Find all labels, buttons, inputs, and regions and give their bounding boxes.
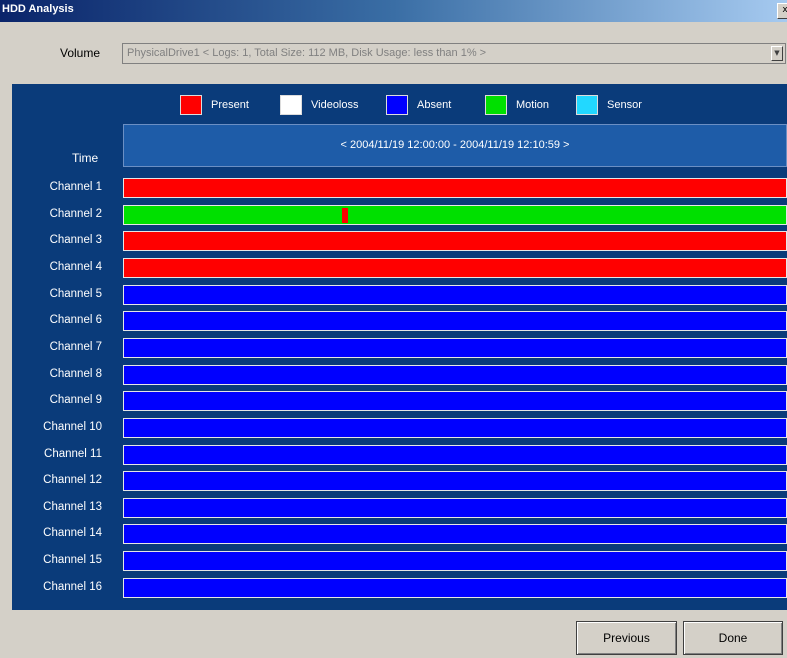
channel-label: Channel 5	[49, 288, 102, 300]
channel-row: Channel 12	[12, 471, 787, 491]
time-label: Time	[72, 151, 99, 165]
channel-label: Channel 10	[43, 421, 102, 433]
channel-row: Channel 15	[12, 551, 787, 571]
channel-row: Channel 8	[12, 365, 787, 385]
channel-row: Channel 14	[12, 524, 787, 544]
channel-row: Channel 1	[12, 178, 787, 198]
time-range-header: < 2004/11/19 12:00:00 - 2004/11/19 12:10…	[123, 124, 787, 167]
channel-label: Channel 2	[49, 208, 102, 220]
channel-timeline-bar[interactable]	[123, 471, 787, 491]
legend-swatch	[386, 95, 408, 115]
legend-label: Motion	[516, 99, 550, 111]
legend-label: Videoloss	[311, 99, 359, 111]
channel-timeline-bar[interactable]	[123, 178, 787, 198]
channel-row: Channel 10	[12, 418, 787, 438]
channel-label: Channel 7	[49, 341, 102, 353]
volume-select[interactable]: PhysicalDrive1 < Logs: 1, Total Size: 11…	[122, 43, 786, 64]
channel-event-marker[interactable]	[342, 208, 348, 223]
channel-row: Channel 13	[12, 498, 787, 518]
channel-row: Channel 16	[12, 578, 787, 598]
channel-timeline-bar[interactable]	[123, 498, 787, 518]
channel-timeline-bar[interactable]	[123, 418, 787, 438]
channel-label: Channel 15	[43, 554, 102, 566]
channel-label: Channel 1	[49, 181, 102, 193]
channel-timeline-bar[interactable]	[123, 391, 787, 411]
time-range: < 2004/11/19 12:00:00 - 2004/11/19 12:10…	[340, 139, 570, 151]
title-bar: HDD Analysis x	[0, 0, 787, 22]
legend-swatch	[180, 95, 202, 115]
channel-label: Channel 11	[44, 448, 102, 460]
channel-row: Channel 6	[12, 311, 787, 331]
channel-timeline-bar[interactable]	[123, 258, 787, 278]
channel-timeline-bar[interactable]	[123, 231, 787, 251]
channel-row: Channel 3	[12, 231, 787, 251]
channel-label: Channel 6	[49, 314, 102, 326]
channel-timeline-bar[interactable]	[123, 551, 787, 571]
channel-timeline-bar[interactable]	[123, 445, 787, 465]
window-title: HDD Analysis	[2, 3, 74, 15]
channel-timeline-bar[interactable]	[123, 311, 787, 331]
channel-timeline-bar[interactable]	[123, 338, 787, 358]
channel-timeline-bar[interactable]	[123, 365, 787, 385]
channel-timeline-bar[interactable]	[123, 578, 787, 598]
channel-label: Channel 14	[43, 527, 102, 539]
channel-timeline-bar[interactable]	[123, 285, 787, 305]
close-icon[interactable]: x	[777, 3, 787, 19]
channel-row: Channel 11	[12, 445, 787, 465]
channel-row: Channel 4	[12, 258, 787, 278]
channel-label: Channel 8	[49, 368, 102, 380]
channel-label: Channel 4	[49, 261, 102, 273]
chevron-down-icon[interactable]: ▼	[771, 46, 783, 61]
channel-label: Channel 3	[49, 234, 102, 246]
legend-label: Absent	[417, 99, 452, 111]
channel-row: Channel 5	[12, 285, 787, 305]
done-button[interactable]: Done	[683, 621, 783, 655]
channel-label: Channel 12	[43, 474, 102, 486]
volume-label: Volume	[60, 46, 101, 60]
legend-swatch	[280, 95, 302, 115]
legend-label: Sensor	[607, 99, 642, 111]
channel-row: Channel 2	[12, 205, 787, 225]
legend-label: Present	[211, 99, 249, 111]
analysis-panel: Present Videoloss Absent Motion Sensor < 200…	[12, 84, 787, 610]
channel-label: Channel 13	[43, 501, 102, 513]
channel-timeline-bar[interactable]	[123, 205, 787, 225]
previous-button[interactable]: Previous	[576, 621, 677, 655]
legend: Present Videoloss Absent Motion Sensor	[12, 95, 787, 117]
channel-row: Channel 9	[12, 391, 787, 411]
volume-selected-value: PhysicalDrive1 < Logs: 1, Total Size: 11…	[127, 47, 487, 59]
legend-swatch	[485, 95, 507, 115]
legend-swatch	[576, 95, 598, 115]
channel-row: Channel 7	[12, 338, 787, 358]
channel-label: Channel 16	[43, 581, 102, 593]
channel-label: Channel 9	[49, 394, 102, 406]
channel-timeline-bar[interactable]	[123, 524, 787, 544]
